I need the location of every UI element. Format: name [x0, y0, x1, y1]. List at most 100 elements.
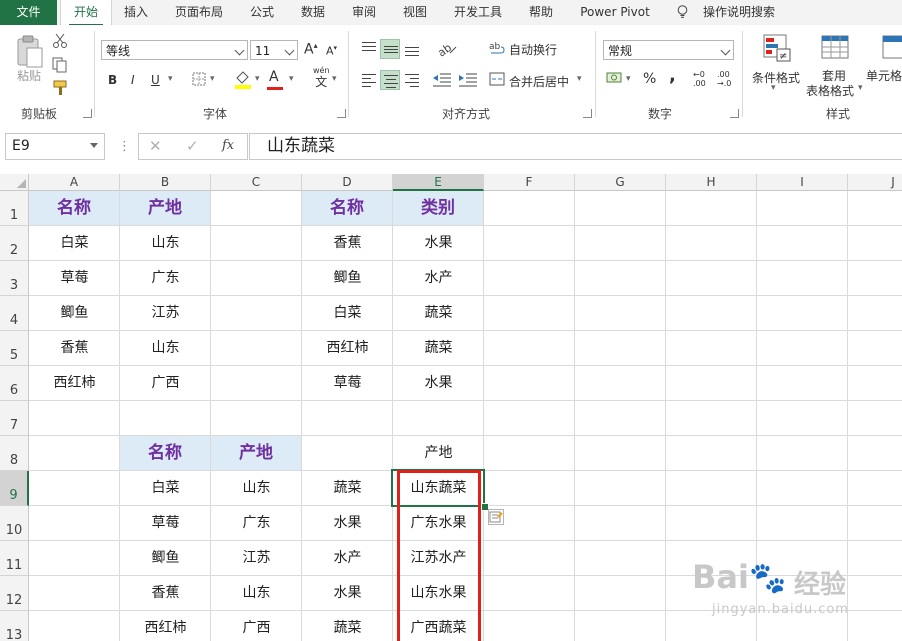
- row-header-4[interactable]: 4: [0, 296, 29, 331]
- table3-cell[interactable]: 香蕉: [120, 576, 211, 611]
- table1-cell[interactable]: 白菜: [29, 226, 120, 261]
- increase-indent-icon[interactable]: [458, 72, 478, 88]
- table2-cell[interactable]: 水产: [393, 261, 484, 296]
- table2-cell[interactable]: 蔬菜: [393, 331, 484, 366]
- name-box[interactable]: E9: [5, 133, 105, 160]
- font-launcher-icon[interactable]: [337, 109, 346, 118]
- table1-cell[interactable]: 江苏: [120, 296, 211, 331]
- conditional-format-dropdown-icon[interactable]: ▾: [771, 83, 776, 93]
- underline-button[interactable]: U: [151, 73, 160, 87]
- cell-styles-icon[interactable]: [882, 35, 902, 61]
- table3-cell[interactable]: 山东: [211, 471, 302, 506]
- merge-center-button[interactable]: 合并后居中: [509, 73, 569, 90]
- tell-me-search[interactable]: 操作说明搜索: [697, 0, 781, 25]
- table1-cell[interactable]: 山东: [120, 331, 211, 366]
- currency-icon[interactable]: [606, 70, 624, 86]
- copy-icon[interactable]: [52, 57, 68, 73]
- table3-cell[interactable]: 水产: [302, 541, 393, 576]
- table3-header-origin[interactable]: 产地: [211, 436, 301, 470]
- cell-styles-button[interactable]: 单元格: [866, 67, 902, 84]
- align-top-button[interactable]: [359, 39, 379, 59]
- align-left-button[interactable]: [359, 70, 379, 90]
- wrap-text-icon[interactable]: ab: [489, 40, 505, 56]
- row-header-12[interactable]: 12: [0, 576, 29, 611]
- row-header-2[interactable]: 2: [0, 226, 29, 261]
- select-all-button[interactable]: [0, 174, 29, 191]
- column-header-b[interactable]: B: [120, 174, 211, 191]
- number-format-select[interactable]: 常规: [603, 40, 734, 60]
- cancel-icon[interactable]: ✕: [149, 137, 162, 155]
- table2-cell[interactable]: 鲫鱼: [302, 261, 393, 296]
- format-as-table-label-2[interactable]: 表格格式: [806, 82, 854, 99]
- row-header-1[interactable]: 1: [0, 191, 29, 226]
- alignment-launcher-icon[interactable]: [583, 109, 592, 118]
- font-color-button[interactable]: A: [267, 69, 283, 90]
- formula-input[interactable]: 山东蔬菜: [249, 133, 902, 160]
- row-header-6[interactable]: 6: [0, 366, 29, 401]
- table1-cell[interactable]: 西红柿: [29, 366, 120, 401]
- fill-color-dropdown-icon[interactable]: ▾: [255, 74, 260, 84]
- table1-cell[interactable]: 草莓: [29, 261, 120, 296]
- row-header-8[interactable]: 8: [0, 436, 29, 471]
- table2-header-name[interactable]: 名称: [302, 191, 392, 225]
- align-center-button[interactable]: [380, 70, 400, 90]
- row-header-7[interactable]: 7: [0, 401, 29, 436]
- column-header-j[interactable]: J: [848, 174, 902, 191]
- underline-dropdown-icon[interactable]: ▾: [168, 74, 173, 84]
- table1-cell[interactable]: 香蕉: [29, 331, 120, 366]
- tab-power-pivot[interactable]: Power Pivot: [572, 0, 658, 25]
- tab-view[interactable]: 视图: [393, 0, 437, 25]
- phonetic-button[interactable]: wén 文: [313, 66, 330, 89]
- table3-cell[interactable]: 西红柿: [120, 611, 211, 641]
- font-size-select[interactable]: 11: [250, 40, 298, 60]
- table1-header-origin[interactable]: 产地: [120, 191, 210, 225]
- table2-cell[interactable]: 蔬菜: [393, 296, 484, 331]
- tab-page-layout[interactable]: 页面布局: [165, 0, 233, 25]
- table3-cell[interactable]: 山东: [211, 576, 302, 611]
- comma-button[interactable]: ,: [669, 65, 676, 86]
- format-painter-icon[interactable]: [52, 80, 70, 96]
- table2-cell[interactable]: 草莓: [302, 366, 393, 401]
- grow-font-button[interactable]: A▴: [304, 41, 318, 58]
- table2-header-category[interactable]: 类别: [393, 191, 483, 225]
- column-header-f[interactable]: F: [484, 174, 575, 191]
- table2-cell[interactable]: 白菜: [302, 296, 393, 331]
- clipboard-launcher-icon[interactable]: [83, 109, 92, 118]
- column-header-a[interactable]: A: [29, 174, 120, 191]
- table1-cell[interactable]: 广西: [120, 366, 211, 401]
- flash-fill-options-icon[interactable]: [488, 509, 504, 525]
- phonetic-dropdown-icon[interactable]: ▾: [332, 74, 337, 84]
- paste-icon[interactable]: [15, 35, 45, 69]
- table3-cell[interactable]: 蔬菜: [302, 611, 393, 641]
- border-icon[interactable]: [192, 72, 206, 86]
- table3-cell[interactable]: 草莓: [120, 506, 211, 541]
- conditional-format-button[interactable]: 条件格式: [752, 69, 800, 86]
- row-header-10[interactable]: 10: [0, 506, 29, 541]
- percent-button[interactable]: %: [643, 71, 656, 87]
- tab-home[interactable]: 开始: [60, 0, 112, 26]
- align-right-button[interactable]: [402, 70, 422, 90]
- paste-label[interactable]: 粘贴: [17, 67, 41, 84]
- font-color-dropdown-icon[interactable]: ▾: [289, 74, 294, 84]
- increase-decimal-button[interactable]: ←0.00: [693, 70, 706, 88]
- table2-cell[interactable]: 香蕉: [302, 226, 393, 261]
- row-header-11[interactable]: 11: [0, 541, 29, 576]
- table2-cell[interactable]: 水果: [393, 366, 484, 401]
- number-launcher-icon[interactable]: [730, 109, 739, 118]
- column-header-g[interactable]: G: [575, 174, 666, 191]
- orientation-icon[interactable]: ab: [436, 39, 458, 59]
- bold-button[interactable]: B: [108, 73, 117, 87]
- enter-icon[interactable]: ✓: [186, 137, 199, 155]
- tab-insert[interactable]: 插入: [115, 0, 157, 25]
- table1-header-name[interactable]: 名称: [29, 191, 119, 225]
- tab-data[interactable]: 数据: [291, 0, 335, 25]
- align-middle-button[interactable]: [380, 39, 400, 59]
- decrease-indent-icon[interactable]: [432, 72, 452, 88]
- insert-function-icon[interactable]: fx: [222, 138, 234, 153]
- table3-cell[interactable]: 白菜: [120, 471, 211, 506]
- column-header-c[interactable]: C: [211, 174, 302, 191]
- tab-formulas[interactable]: 公式: [240, 0, 284, 25]
- tab-file[interactable]: 文件: [0, 0, 57, 25]
- fill-color-icon[interactable]: [234, 69, 252, 89]
- cut-icon[interactable]: [52, 33, 68, 49]
